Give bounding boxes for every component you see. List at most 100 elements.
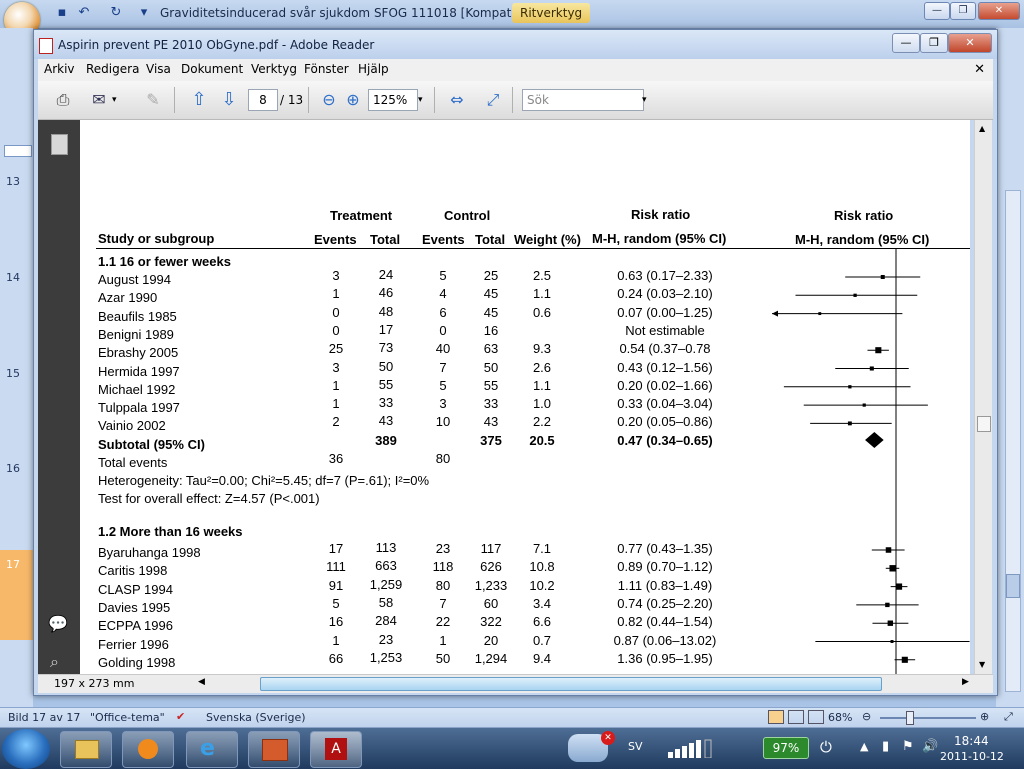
scroll-right-icon[interactable]: ▶: [962, 677, 969, 687]
fit-width-icon[interactable]: ⇔: [446, 89, 468, 111]
menu-verktyg[interactable]: Verktyg: [251, 62, 297, 76]
point-estimate-square: [887, 620, 894, 626]
search-input[interactable]: Sök: [522, 89, 644, 111]
slide-number: 16: [6, 462, 20, 475]
network-signal-icon[interactable]: [668, 738, 712, 759]
document-close-icon[interactable]: ✕: [974, 62, 985, 77]
tray-arrow-icon[interactable]: ▲: [860, 740, 868, 753]
language-indicator[interactable]: Svenska (Sverige): [206, 711, 306, 724]
scroll-left-icon[interactable]: ◀: [198, 677, 205, 687]
menu-fonster[interactable]: Fönster: [304, 62, 349, 76]
horizontal-scroll-thumb[interactable]: [260, 677, 882, 691]
navigation-sidebar: 💬 ⌕: [38, 120, 80, 680]
menu-dokument[interactable]: Dokument: [181, 62, 243, 76]
clock-time[interactable]: 18:44: [954, 734, 989, 748]
menu-arkiv[interactable]: Arkiv: [44, 62, 75, 76]
spellcheck-icon[interactable]: ✔: [176, 710, 185, 723]
device-icon[interactable]: ▮: [882, 739, 889, 754]
pages-panel-icon[interactable]: [51, 134, 68, 155]
windows-taskbar: e A ✕ SV 97% ⏻ ▲ ▮ ⚑ 🔊 18:44 2011-10-12: [0, 727, 1024, 769]
reader-scroll-thumb[interactable]: [977, 416, 991, 432]
taskbar-adobe-reader[interactable]: A: [310, 731, 362, 768]
zoom-out-icon[interactable]: ⊖: [318, 89, 340, 111]
point-estimate-square: [890, 640, 894, 643]
slideshow-icon[interactable]: [808, 710, 824, 724]
volume-icon[interactable]: 🔊: [922, 739, 938, 754]
fit-to-window-icon[interactable]: ⤢: [1004, 710, 1013, 724]
taskbar-media-player[interactable]: [122, 731, 174, 768]
point-estimate-square: [901, 656, 908, 663]
previous-page-icon[interactable]: ⇧: [188, 89, 210, 111]
internet-explorer-icon: e: [200, 736, 215, 761]
powerpoint-icon: [262, 739, 288, 761]
share-dropdown-icon[interactable]: ▾: [112, 89, 117, 111]
start-button[interactable]: [2, 729, 50, 769]
slide-sorter-icon[interactable]: [788, 710, 804, 724]
slide-number: 14: [6, 271, 20, 284]
power-plug-icon[interactable]: ⏻: [820, 738, 832, 756]
ppt-maximize-button[interactable]: ❐: [950, 2, 976, 20]
zoom-level[interactable]: 68%: [828, 711, 852, 724]
reader-minimize-button[interactable]: —: [892, 33, 920, 53]
subtotal-diamond: [865, 432, 884, 448]
powerpoint-status-bar: Bild 17 av 17 "Office-tema" ✔ Svenska (S…: [0, 707, 1024, 728]
zoom-in-icon[interactable]: ⊕: [980, 710, 989, 723]
taskbar-explorer[interactable]: [60, 731, 112, 768]
ppt-vertical-scrollbar[interactable]: [1005, 190, 1021, 692]
zoom-input[interactable]: 125%: [368, 89, 418, 111]
slide-number: 15: [6, 367, 20, 380]
theme-indicator[interactable]: "Office-tema": [90, 711, 165, 724]
drawing-tools-context-tab[interactable]: Ritverktyg: [512, 3, 591, 23]
reader-menu-bar: Arkiv Redigera Visa Dokument Verktyg Fön…: [38, 59, 993, 82]
taskbar-powerpoint[interactable]: [248, 731, 300, 768]
point-estimate-square: [875, 347, 882, 354]
ppt-scroll-thumb[interactable]: [1006, 574, 1020, 598]
scroll-up-icon[interactable]: ▲: [979, 124, 985, 133]
search-dropdown-icon[interactable]: ▾: [642, 89, 647, 111]
notification-badge-icon: ✕: [601, 731, 615, 745]
zoom-in-icon[interactable]: ⊕: [342, 89, 364, 111]
toolbar-separator: [434, 87, 435, 113]
scroll-down-icon[interactable]: ▼: [979, 660, 985, 669]
sign-icon: ✎: [146, 90, 160, 109]
point-estimate-square: [880, 274, 885, 280]
flag-icon[interactable]: ⚑: [902, 739, 914, 754]
page-number-input[interactable]: 8: [248, 89, 278, 111]
menu-visa[interactable]: Visa: [146, 62, 171, 76]
attachments-icon[interactable]: ⌕: [50, 652, 59, 672]
undo-icon[interactable]: ↶: [76, 5, 92, 21]
pdf-document-icon: [39, 38, 53, 54]
ppt-minimize-button[interactable]: —: [924, 2, 950, 20]
comments-icon[interactable]: 💬: [48, 614, 70, 633]
customize-quick-access-icon[interactable]: ▾: [136, 5, 152, 21]
normal-view-icon[interactable]: [768, 710, 784, 724]
taskbar-internet-explorer[interactable]: e: [186, 731, 238, 768]
reader-close-button[interactable]: ✕: [948, 33, 992, 53]
media-player-icon: [138, 739, 158, 759]
reader-restore-button[interactable]: ❐: [920, 33, 948, 53]
point-estimate-square: [847, 421, 852, 426]
zoom-slider-thumb[interactable]: [906, 711, 914, 725]
reader-vertical-scrollbar[interactable]: ▲ ▼: [974, 120, 992, 674]
redo-icon[interactable]: ↻: [108, 5, 124, 21]
share-icon[interactable]: ✉: [88, 89, 110, 111]
point-estimate-square: [895, 583, 903, 590]
slide-indicator: Bild 17 av 17: [8, 711, 81, 724]
menu-redigera[interactable]: Redigera: [86, 62, 139, 76]
print-icon[interactable]: ⎙: [52, 89, 74, 111]
slide-number: 17: [6, 558, 20, 571]
zoom-slider[interactable]: [880, 717, 976, 719]
save-icon[interactable]: ▪: [54, 5, 70, 21]
ppt-close-button[interactable]: ✕: [978, 2, 1020, 20]
next-page-icon[interactable]: ⇩: [218, 89, 240, 111]
fit-page-icon[interactable]: ⤢: [482, 89, 504, 111]
battery-indicator[interactable]: 97%: [763, 737, 809, 759]
outline-tab-icon[interactable]: [4, 145, 32, 157]
clock-date[interactable]: 2011-10-12: [940, 750, 1004, 763]
menu-hjalp[interactable]: Hjälp: [358, 62, 389, 76]
point-estimate-square: [885, 602, 890, 608]
zoom-dropdown-icon[interactable]: ▾: [418, 89, 423, 111]
language-bar[interactable]: SV: [628, 740, 643, 753]
reader-toolbar: ⎙ ✉ ▾ ✎ ⇧ ⇩ 8 / 13 ⊖ ⊕ 125% ▾ ⇔ ⤢ Sök ▾: [38, 81, 993, 120]
zoom-out-icon[interactable]: ⊖: [862, 710, 871, 723]
